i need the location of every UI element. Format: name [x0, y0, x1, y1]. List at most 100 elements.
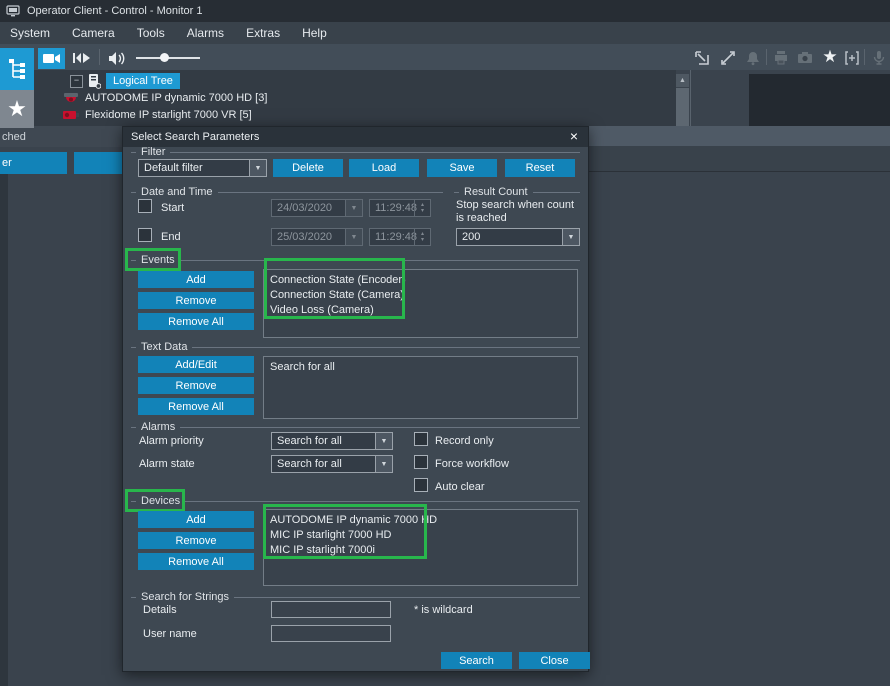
chevron-down-icon[interactable]: ▼ [345, 200, 362, 216]
devices-remove-button[interactable]: Remove [138, 532, 254, 549]
add-to-image-window-icon[interactable] [843, 49, 861, 67]
auto-clear-checkbox[interactable] [414, 478, 428, 492]
reset-filter-button[interactable]: Reset [505, 159, 575, 177]
save-filter-button[interactable]: Save [427, 159, 497, 177]
devices-list[interactable]: AUTODOME IP dynamic 7000 HD MIC IP starl… [263, 509, 578, 586]
restore-layout-icon[interactable] [693, 49, 711, 67]
microphone-icon [870, 49, 888, 67]
logical-tree-root-icon [88, 73, 101, 89]
wildcard-hint: * is wildcard [414, 604, 473, 616]
background-partial-button-2[interactable] [74, 152, 122, 174]
title-bar: Operator Client - Control - Monitor 1 [0, 0, 890, 22]
events-remove-all-button[interactable]: Remove All [138, 313, 254, 330]
list-item[interactable]: AUTODOME IP dynamic 7000 HD [270, 513, 571, 528]
select-search-parameters-dialog: Select Search Parameters × Filter Defaul… [122, 126, 589, 672]
menu-tools[interactable]: Tools [137, 26, 165, 40]
list-item[interactable]: MIC IP starlight 7000i [270, 543, 571, 558]
video-camera-button[interactable] [38, 48, 65, 69]
background-partial-button[interactable]: er [0, 152, 67, 174]
details-label: Details [143, 604, 177, 616]
start-checkbox[interactable] [138, 199, 152, 213]
chevron-down-icon[interactable]: ▼ [562, 229, 579, 245]
tree-root-label[interactable]: Logical Tree [106, 73, 180, 89]
dialog-title: Select Search Parameters [131, 131, 259, 143]
events-add-button[interactable]: Add [138, 271, 254, 288]
menu-extras[interactable]: Extras [246, 26, 280, 40]
alarm-state-label: Alarm state [139, 458, 195, 470]
start-time-spinner[interactable]: 11:29:48 ▴▾ [369, 199, 431, 217]
list-item[interactable]: Connection State (Encoder) [270, 273, 571, 288]
result-count-dropdown[interactable]: 200 ▼ [456, 228, 580, 246]
scrollbar-thumb[interactable] [676, 88, 689, 126]
load-filter-button[interactable]: Load [349, 159, 419, 177]
list-item[interactable]: Video Loss (Camera) [270, 303, 571, 318]
menu-camera[interactable]: Camera [72, 26, 115, 40]
text-data-add-edit-button[interactable]: Add/Edit [138, 356, 254, 373]
list-item[interactable]: Search for all [270, 360, 571, 375]
events-list[interactable]: Connection State (Encoder) Connection St… [263, 269, 578, 338]
start-date-picker[interactable]: 24/03/2020 ▼ [271, 199, 363, 217]
instant-playback-icon[interactable] [70, 49, 94, 67]
speaker-icon[interactable] [106, 49, 128, 67]
maximize-icon[interactable] [719, 49, 737, 67]
tree-node-autodome[interactable]: AUTODOME IP dynamic 7000 HD [3] [62, 90, 267, 106]
panel-divider [690, 70, 691, 126]
devices-remove-all-button[interactable]: Remove All [138, 553, 254, 570]
collapse-expander-icon[interactable]: − [70, 75, 83, 88]
close-button[interactable]: Close [519, 652, 590, 669]
box-camera-icon [62, 109, 80, 121]
alarm-bell-icon [744, 49, 762, 67]
search-button[interactable]: Search [441, 652, 512, 669]
end-checkbox[interactable] [138, 228, 152, 242]
snapshot-camera-icon [796, 49, 814, 67]
list-item[interactable]: Connection State (Camera) [270, 288, 571, 303]
tree-node-logical-tree[interactable]: − Logical Tree [70, 72, 180, 90]
filter-group-header: Filter [131, 146, 580, 158]
window-title: Operator Client - Control - Monitor 1 [27, 5, 202, 17]
end-date-picker[interactable]: 25/03/2020 ▼ [271, 228, 363, 246]
spinner-arrows-icon[interactable]: ▴▾ [414, 229, 430, 245]
filter-dropdown[interactable]: Default filter ▼ [138, 159, 267, 177]
chevron-down-icon[interactable]: ▼ [375, 433, 392, 449]
user-name-input[interactable] [271, 625, 391, 642]
menu-help[interactable]: Help [302, 26, 327, 40]
logical-tree-tab[interactable] [0, 48, 34, 90]
app-monitor-icon [6, 5, 20, 17]
chevron-down-icon[interactable]: ▼ [375, 456, 392, 472]
background-edge-strip [0, 174, 8, 686]
text-data-remove-all-button[interactable]: Remove All [138, 398, 254, 415]
spinner-arrows-icon[interactable]: ▴▾ [414, 200, 430, 216]
end-time-spinner[interactable]: 11:29:48 ▴▾ [369, 228, 431, 246]
menu-alarms[interactable]: Alarms [187, 26, 224, 40]
chevron-down-icon[interactable]: ▼ [249, 160, 266, 176]
volume-slider-knob[interactable] [160, 53, 169, 62]
list-item[interactable]: MIC IP starlight 7000 HD [270, 528, 571, 543]
background-results-header [589, 126, 890, 146]
details-input[interactable] [271, 601, 391, 618]
favorite-star-icon[interactable]: ★ [820, 47, 840, 67]
record-only-label: Record only [435, 435, 494, 447]
menu-bar: System Camera Tools Alarms Extras Help [0, 22, 890, 44]
alarm-priority-dropdown[interactable]: Search for all ▼ [271, 432, 393, 450]
dialog-title-bar[interactable]: Select Search Parameters [123, 127, 588, 147]
chevron-down-icon[interactable]: ▼ [345, 229, 362, 245]
scrollbar-up-button[interactable]: ▲ [676, 74, 689, 87]
favorites-tree-tab[interactable]: ★ [0, 90, 34, 128]
force-workflow-checkbox[interactable] [414, 455, 428, 469]
devices-group-header: Devices [131, 495, 580, 507]
dialog-close-icon[interactable]: × [566, 128, 582, 144]
text-data-group-header: Text Data [131, 341, 580, 353]
devices-add-button[interactable]: Add [138, 511, 254, 528]
result-count-hint: Stop search when count is reached [456, 199, 578, 225]
auto-clear-label: Auto clear [435, 481, 485, 493]
text-data-list[interactable]: Search for all [263, 356, 578, 419]
tree-node-flexidome[interactable]: Flexidome IP starlight 7000 VR [5] [62, 107, 252, 123]
delete-filter-button[interactable]: Delete [273, 159, 343, 177]
operator-client-window: Operator Client - Control - Monitor 1 Sy… [0, 0, 890, 686]
tree-item-label: AUTODOME IP dynamic 7000 HD [3] [85, 92, 267, 104]
events-remove-button[interactable]: Remove [138, 292, 254, 309]
menu-system[interactable]: System [10, 26, 50, 40]
text-data-remove-button[interactable]: Remove [138, 377, 254, 394]
record-only-checkbox[interactable] [414, 432, 428, 446]
alarm-state-dropdown[interactable]: Search for all ▼ [271, 455, 393, 473]
